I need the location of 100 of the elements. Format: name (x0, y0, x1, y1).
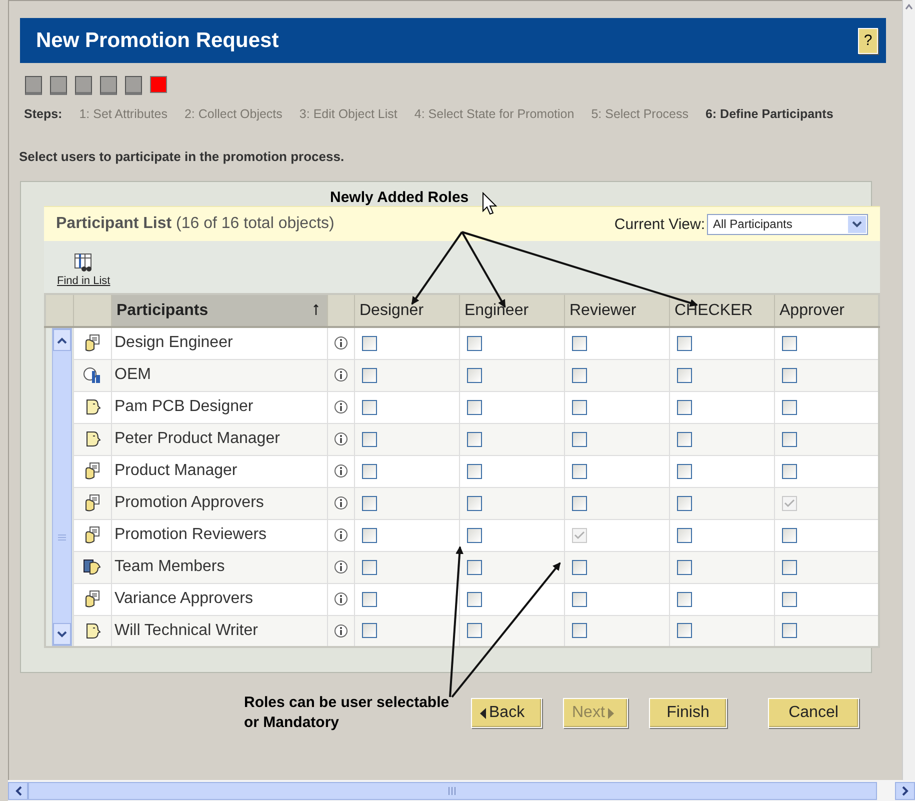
help-button[interactable]: ? (858, 28, 878, 54)
checkbox[interactable] (676, 496, 692, 510)
info-icon[interactable] (334, 560, 348, 574)
checkbox[interactable] (782, 464, 796, 478)
checkbox[interactable] (466, 336, 482, 351)
checkbox[interactable] (466, 592, 482, 606)
checkbox[interactable] (572, 432, 586, 446)
checkbox[interactable] (676, 560, 692, 574)
info-icon[interactable] (334, 368, 348, 382)
checkbox[interactable] (676, 528, 692, 542)
checkbox[interactable] (362, 560, 376, 574)
plain-button[interactable]: Finish (649, 698, 727, 728)
checkbox[interactable] (466, 464, 482, 478)
checkbox[interactable] (572, 336, 586, 351)
checkbox[interactable] (572, 496, 586, 510)
table-cell: Peter Product Manager (111, 423, 327, 455)
checkbox[interactable] (362, 592, 376, 606)
checkbox[interactable] (362, 623, 376, 638)
checkbox[interactable] (782, 528, 796, 542)
checkbox[interactable] (362, 432, 376, 446)
checkbox[interactable] (466, 496, 482, 510)
checkbox[interactable] (782, 400, 796, 414)
checkbox[interactable] (572, 623, 586, 638)
checkbox[interactable] (362, 528, 376, 542)
step-indicator[interactable] (75, 76, 92, 95)
checkbox[interactable] (676, 623, 692, 638)
person-document-icon (83, 334, 101, 352)
view-label: Current View: (614, 216, 705, 232)
checkbox[interactable] (782, 560, 796, 574)
checkbox[interactable] (362, 368, 376, 382)
checkbox[interactable] (782, 336, 796, 351)
column-header[interactable]: Engineer (459, 294, 564, 327)
checkbox[interactable] (572, 368, 586, 382)
checkbox[interactable] (572, 592, 586, 606)
person-document-icon (83, 526, 101, 544)
step-link[interactable]: 6: Define Participants (705, 103, 834, 126)
step-indicator[interactable] (125, 76, 142, 95)
table-cell: Will Technical Writer (111, 615, 327, 647)
checkbox[interactable] (362, 336, 376, 351)
checkbox[interactable] (782, 368, 796, 382)
checkbox[interactable] (362, 400, 376, 414)
checkbox[interactable] (782, 592, 796, 606)
info-icon[interactable] (334, 592, 348, 606)
column-header[interactable]: CHECKER (669, 294, 774, 327)
find-in-list-link[interactable]: Find in List (57, 253, 110, 287)
checkbox[interactable] (572, 560, 586, 574)
info-icon[interactable] (334, 624, 348, 638)
info-icon[interactable] (334, 336, 348, 350)
grip-icon (448, 786, 458, 794)
chevron-up-icon (905, 4, 913, 10)
checkbox[interactable] (676, 368, 692, 382)
scroll-right-button[interactable] (895, 782, 915, 800)
view-dropdown[interactable]: All Participants (707, 214, 868, 234)
checkbox[interactable] (572, 464, 586, 478)
checkbox[interactable] (676, 464, 692, 478)
checkbox[interactable] (676, 592, 692, 606)
checkbox[interactable] (782, 623, 796, 638)
chevron-right-icon (902, 786, 908, 796)
column-header[interactable]: Designer (354, 294, 459, 327)
info-icon[interactable] (334, 528, 348, 542)
checkbox[interactable] (466, 368, 482, 382)
column-header[interactable]: Reviewer (564, 294, 669, 327)
person-document-icon (83, 462, 101, 480)
binoculars-table-icon (74, 253, 94, 273)
steps-label: Steps: (24, 106, 62, 123)
info-icon[interactable] (334, 464, 348, 478)
list-scrollbar[interactable] (52, 328, 72, 646)
cancel-button[interactable]: Cancel (768, 698, 859, 728)
checkbox[interactable] (466, 400, 482, 414)
step-indicator[interactable] (100, 76, 117, 95)
checkbox[interactable] (676, 336, 692, 351)
checkbox[interactable] (362, 464, 376, 478)
checkbox[interactable] (676, 432, 692, 446)
checkbox[interactable] (466, 560, 482, 574)
checkbox[interactable] (466, 432, 482, 446)
scrollbar-thumb[interactable] (28, 782, 877, 800)
scroll-down-button[interactable] (53, 623, 71, 645)
checkbox[interactable] (466, 623, 482, 638)
two-people-icon (83, 558, 101, 576)
scroll-up-button[interactable] (53, 329, 71, 351)
horizontal-scrollbar[interactable] (8, 780, 915, 801)
window-title: New Promotion Request (36, 28, 280, 52)
column-header[interactable]: Approver (774, 294, 879, 327)
checkbox[interactable] (466, 528, 482, 542)
back-button[interactable]: Back (471, 698, 542, 728)
checkbox[interactable] (782, 432, 796, 446)
info-icon[interactable] (334, 496, 348, 510)
checkbox[interactable] (362, 496, 376, 510)
checkbox[interactable] (676, 400, 692, 414)
info-icon[interactable] (334, 432, 348, 446)
chevron-left-icon (14, 786, 22, 796)
step-indicator[interactable] (50, 76, 67, 95)
step-indicator[interactable] (25, 76, 42, 95)
table-cell: Pam PCB Designer (111, 391, 327, 423)
scroll-left-button[interactable] (8, 782, 28, 800)
list-title: Participant List (16 of 16 total objects) (56, 215, 334, 233)
checkbox[interactable] (572, 400, 586, 414)
mouse-pointer-icon (482, 192, 498, 216)
column-header[interactable]: Participants (111, 294, 327, 327)
info-icon[interactable] (334, 400, 348, 414)
